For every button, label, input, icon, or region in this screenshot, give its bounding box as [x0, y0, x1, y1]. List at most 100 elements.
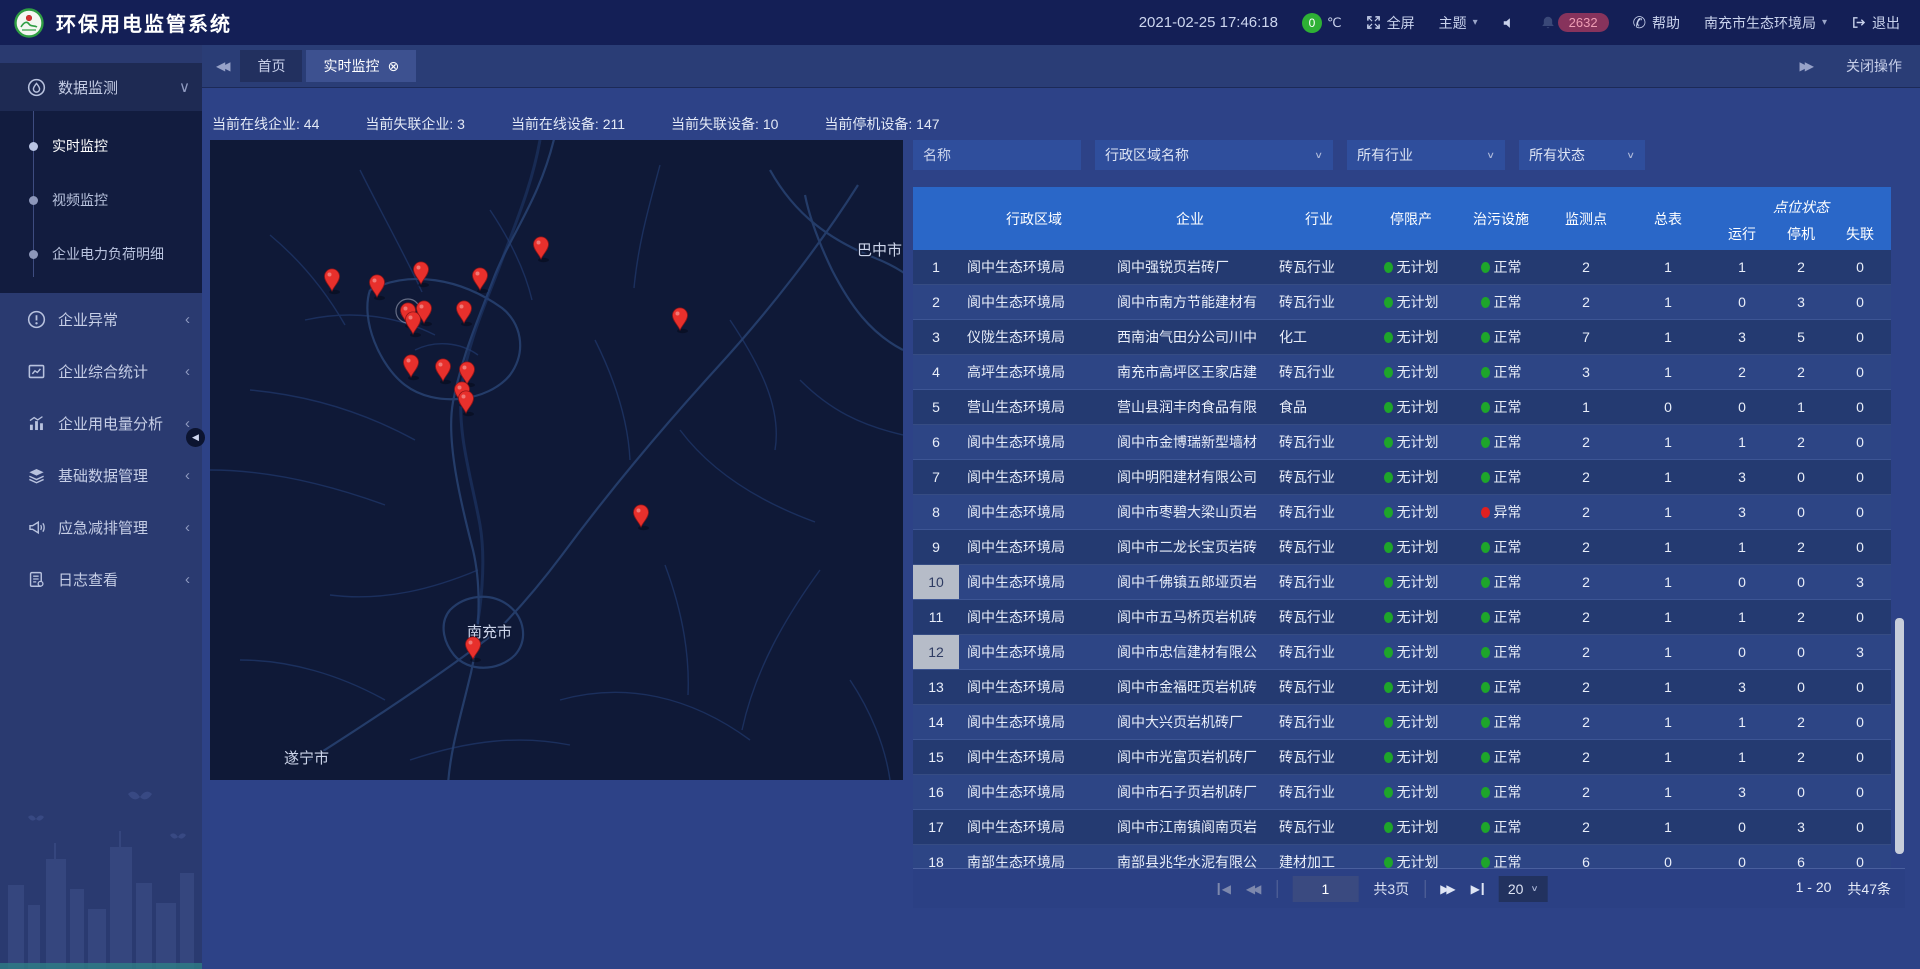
region-filter-select[interactable]: 行政区域名称 ∨	[1095, 140, 1333, 170]
status-filter-select[interactable]: 所有状态 ∨	[1519, 140, 1645, 170]
stat-item: 当前失联企业: 3	[365, 114, 465, 134]
table-row[interactable]: 6阆中生态环境局阆中市金博瑞新型墙材砖瓦行业无计划正常21120	[913, 425, 1891, 460]
table-row[interactable]: 18南部生态环境局南部县兆华水泥有限公建材加工无计划正常60060	[913, 845, 1891, 868]
table-row[interactable]: 7阆中生态环境局阆中明阳建材有限公司砖瓦行业无计划正常21300	[913, 460, 1891, 495]
table-row[interactable]: 13阆中生态环境局阆中市金福旺页岩机砖砖瓦行业无计划正常21300	[913, 670, 1891, 705]
table-row[interactable]: 10阆中生态环境局阆中千佛镇五郎垭页岩砖瓦行业无计划正常21003	[913, 565, 1891, 600]
notifications-button[interactable]: 2632	[1540, 13, 1609, 32]
table-row[interactable]: 1阆中生态环境局阆中强锐页岩砖厂砖瓦行业无计划正常21120	[913, 250, 1891, 285]
table-row[interactable]: 8阆中生态环境局阆中市枣碧大梁山页岩砖瓦行业无计划异常21300	[913, 495, 1891, 530]
pagination-bar: ◀ ◀◀ 共3页 ▶▶ ▶ 20 ∨	[913, 868, 1905, 908]
name-filter-input[interactable]	[913, 140, 1081, 170]
sidebar-item-base-data[interactable]: 基础数据管理 ‹	[0, 449, 202, 501]
sidebar-item-power-analysis[interactable]: 企业用电量分析 ‹	[0, 397, 202, 449]
cell-lost: 0	[1829, 469, 1891, 485]
cell-meters: 1	[1625, 609, 1711, 625]
sidebar-collapse-button[interactable]: ◀	[186, 428, 205, 447]
table-row[interactable]: 15阆中生态环境局阆中市光富页岩机砖厂砖瓦行业无计划正常21120	[913, 740, 1891, 775]
status-text: 正常	[1494, 537, 1522, 557]
page-input[interactable]	[1292, 876, 1358, 902]
temperature-unit: ℃	[1327, 15, 1342, 31]
cell-stop: 2	[1773, 539, 1829, 555]
cell-meters: 1	[1625, 679, 1711, 695]
table-row[interactable]: 9阆中生态环境局阆中市二龙长宝页岩砖砖瓦行业无计划正常21120	[913, 530, 1891, 565]
table-row[interactable]: 3仪陇生态环境局西南油气田分公司川中化工无计划正常71350	[913, 320, 1891, 355]
close-actions-button[interactable]: 关闭操作	[1846, 56, 1902, 76]
last-page-button[interactable]: ▶	[1471, 883, 1484, 895]
fullscreen-icon	[1366, 15, 1381, 30]
cell-monitors: 2	[1547, 749, 1625, 765]
table-row[interactable]: 16阆中生态环境局阆中市石子页岩机砖厂砖瓦行业无计划正常21300	[913, 775, 1891, 810]
chevron-down-icon: ∨	[1530, 884, 1538, 894]
tab-realtime-monitor[interactable]: 实时监控 ⊗	[306, 50, 416, 82]
first-page-button[interactable]: ◀	[1218, 883, 1231, 895]
tab-close-icon[interactable]: ⊗	[387, 59, 399, 73]
exit-button[interactable]: 退出	[1851, 13, 1900, 33]
sidebar: 数据监测 ∨ 实时监控 视频监控 企业电力负荷明细	[0, 45, 202, 969]
cell-stop: 0	[1773, 469, 1829, 485]
sidebar-item-emergency-reduction[interactable]: 应急减排管理 ‹	[0, 501, 202, 553]
tab-home[interactable]: 首页	[240, 50, 302, 82]
status-dot	[1384, 262, 1393, 273]
total-pages-label: 共3页	[1373, 879, 1409, 899]
org-dropdown[interactable]: 南充市生态环境局 ▾	[1704, 13, 1827, 33]
row-number: 17	[913, 810, 959, 844]
table-row[interactable]: 12阆中生态环境局阆中市忠信建材有限公砖瓦行业无计划正常21003	[913, 635, 1891, 670]
tab-label: 实时监控	[323, 56, 379, 76]
cell-lost: 0	[1829, 259, 1891, 275]
sidebar-item-enterprise-stats[interactable]: 企业综合统计 ‹	[0, 345, 202, 397]
industry-filter-select[interactable]: 所有行业 ∨	[1347, 140, 1505, 170]
status-text: 无计划	[1397, 327, 1439, 347]
cell-facility-status: 正常	[1455, 852, 1547, 868]
table-row[interactable]: 17阆中生态环境局阆中市江南镇阆南页岩砖瓦行业无计划正常21030	[913, 810, 1891, 845]
chart-icon	[26, 413, 46, 433]
header-toolbar: 2021-02-25 17:46:18 0 ℃ 全屏 主题 ▾	[1139, 13, 1900, 33]
chevron-down-icon: ∨	[1486, 150, 1495, 161]
column-group-point-status: 点位状态	[1711, 187, 1891, 218]
logout-icon	[1851, 15, 1866, 30]
sidebar-item-log-view[interactable]: 日志查看 ‹	[0, 553, 202, 605]
status-summary-bar: 当前在线企业: 44当前失联企业: 3当前在线设备: 211当前失联设备: 10…	[210, 114, 1920, 134]
column-header-region: 行政区域	[959, 187, 1109, 250]
sidebar-item-data-monitor[interactable]: 数据监测 ∨	[0, 63, 202, 111]
tabs-scroll-left-icon[interactable]: ◀◀	[216, 59, 230, 73]
sidebar-item-power-load-detail[interactable]: 企业电力负荷明细	[0, 227, 202, 281]
tabs-scroll-right-icon[interactable]: ▶▶	[1800, 59, 1814, 73]
mute-button[interactable]	[1502, 16, 1516, 30]
cell-monitors: 2	[1547, 504, 1625, 520]
cell-facility-status: 正常	[1455, 747, 1547, 767]
cell-limit-status: 无计划	[1367, 537, 1455, 557]
cell-company: 阆中明阳建材有限公司	[1109, 467, 1271, 487]
table-row[interactable]: 4高坪生态环境局南充市高坪区王家店建砖瓦行业无计划正常31220	[913, 355, 1891, 390]
sidebar-item-enterprise-abnormal[interactable]: 企业异常 ‹	[0, 293, 202, 345]
status-dot	[1481, 787, 1490, 798]
cell-meters: 1	[1625, 819, 1711, 835]
scrollbar-thumb[interactable]	[1895, 618, 1904, 854]
sidebar-item-label: 应急减排管理	[58, 517, 148, 538]
map[interactable]: 巴中市南充市遂宁市	[210, 140, 903, 780]
status-dot	[1481, 472, 1490, 483]
pagination-controls: ◀ ◀◀ 共3页 ▶▶ ▶ 20 ∨	[1218, 876, 1548, 902]
sidebar-item-video-monitor[interactable]: 视频监控	[0, 173, 202, 227]
cell-run: 3	[1711, 679, 1773, 695]
fullscreen-label: 全屏	[1387, 13, 1415, 33]
cell-facility-status: 正常	[1455, 257, 1547, 277]
table-scrollbar[interactable]	[1895, 250, 1904, 868]
next-page-button[interactable]: ▶▶	[1440, 883, 1455, 895]
cell-industry: 食品	[1271, 397, 1367, 417]
cell-lost: 0	[1829, 749, 1891, 765]
table-row[interactable]: 14阆中生态环境局阆中大兴页岩机砖厂砖瓦行业无计划正常21120	[913, 705, 1891, 740]
enterprise-panel: 行政区域名称 ∨ 所有行业 ∨ 所有状态 ∨	[913, 140, 1905, 908]
help-button[interactable]: ✆ 帮助	[1633, 13, 1680, 33]
sidebar-item-realtime-monitor[interactable]: 实时监控	[0, 119, 202, 173]
page-size-select[interactable]: 20 ∨	[1499, 876, 1548, 902]
theme-dropdown[interactable]: 主题 ▾	[1439, 13, 1478, 33]
fullscreen-button[interactable]: 全屏	[1366, 13, 1415, 33]
table-row[interactable]: 5营山生态环境局营山县润丰肉食品有限食品无计划正常10010	[913, 390, 1891, 425]
cell-industry: 砖瓦行业	[1271, 432, 1367, 452]
cell-monitors: 2	[1547, 574, 1625, 590]
table-row[interactable]: 11阆中生态环境局阆中市五马桥页岩机砖砖瓦行业无计划正常21120	[913, 600, 1891, 635]
table-row[interactable]: 2阆中生态环境局阆中市南方节能建材有砖瓦行业无计划正常21030	[913, 285, 1891, 320]
prev-page-button[interactable]: ◀◀	[1246, 883, 1261, 895]
status-text: 无计划	[1397, 432, 1439, 452]
